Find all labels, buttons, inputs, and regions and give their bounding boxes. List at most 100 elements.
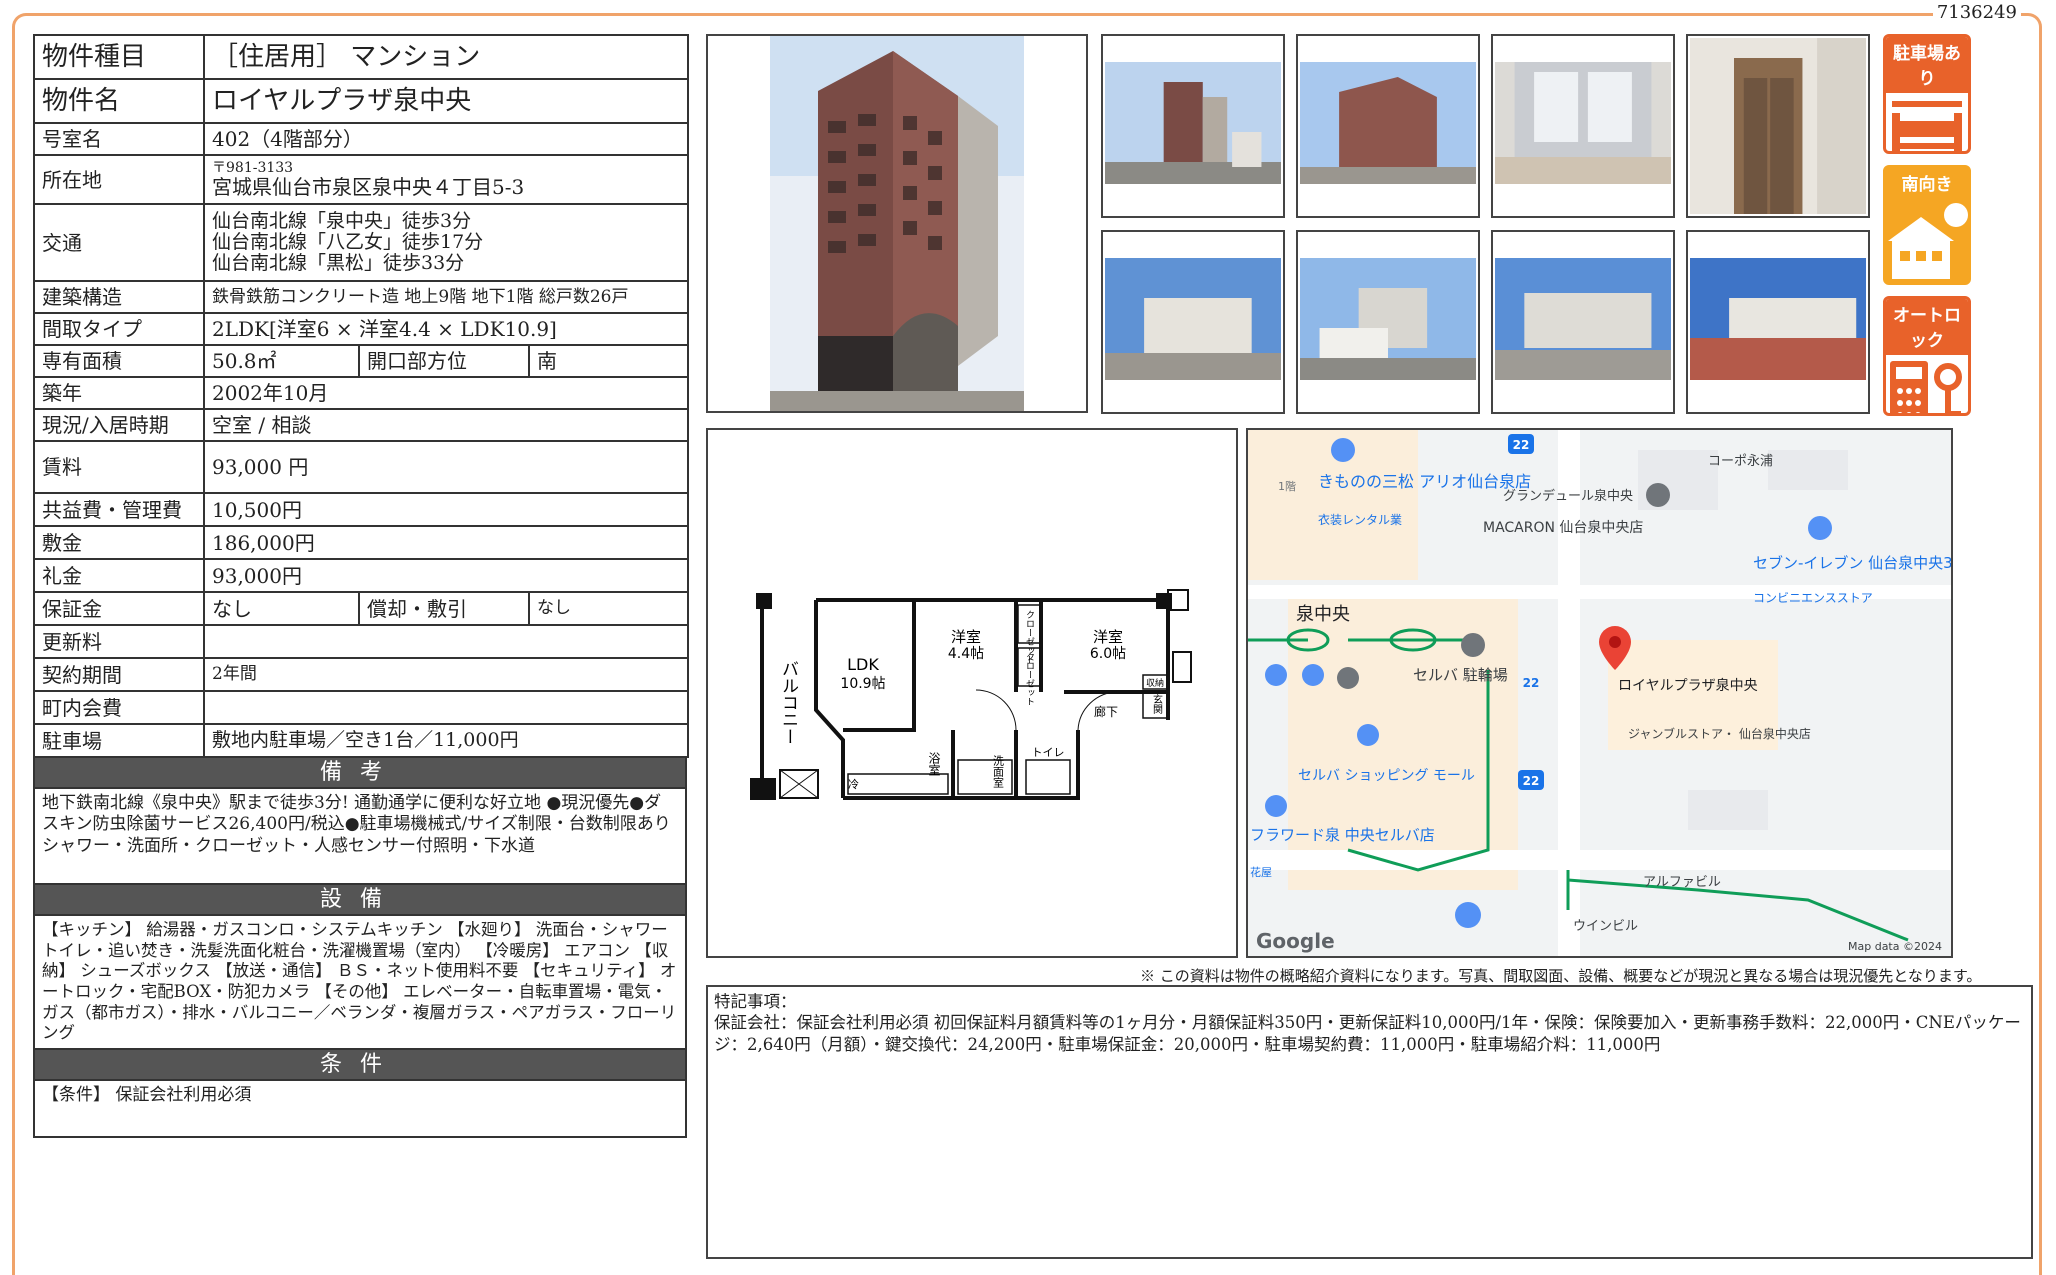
map-credit: Map data ©2024 [1848, 940, 1942, 953]
toilet-label: トイレ [1032, 746, 1065, 759]
storage-label: 収納 [1146, 677, 1164, 689]
room-western-small-size: 4.4帖 [948, 646, 984, 662]
name-value: ロイヤルプラザ泉中央 [202, 78, 690, 124]
contract-value: 2年間 [202, 657, 690, 692]
amortization-label: 償却・敷引 [358, 591, 530, 626]
equipment-heading: 設備 [33, 885, 687, 916]
map-drawing: 22 22 22 ロイヤルプラザ泉中央 きものの三松 アリオ仙台泉店 衣装レンタ… [1248, 430, 1951, 956]
community-fee-value [202, 690, 690, 725]
access-line: 仙台南北線「泉中央」徒歩3分 [212, 210, 472, 233]
road-number-label: 22 [1513, 438, 1530, 452]
surroundings-photo-icon [1690, 258, 1866, 380]
map-floor-label: 1階 [1278, 479, 1296, 493]
location-map: 22 22 22 ロイヤルプラザ泉中央 きものの三松 アリオ仙台泉店 衣装レンタ… [1246, 428, 1953, 958]
badge-south-label: 南向き [1886, 168, 1968, 199]
map-kimono-label: きものの三松 アリオ仙台泉店 [1318, 472, 1531, 491]
renewal-label: 更新料 [33, 624, 205, 659]
road-number-label: 22 [1523, 676, 1540, 690]
disclaimer-text: ※ この資料は物件の概略紹介資料になります。写真、間取図面、設備、概要などが現況… [1140, 967, 1982, 985]
remarks-body: 地下鉄南北線《泉中央》駅まで徒歩3分! 通勤通学に便利な好立地 ●現況優先●ダス… [33, 789, 687, 885]
built-value: 2002年10月 [202, 376, 690, 410]
sun-house-icon [1888, 203, 1968, 279]
entrance-label: 玄関 [1151, 693, 1163, 715]
address-label: 所在地 [33, 154, 205, 205]
photo-surroundings-1 [1101, 230, 1285, 414]
map-macaron-label: MACARON 仙台泉中央店 [1483, 519, 1643, 536]
spec-table: 物件種目 ［住居用］ マンション 物件名 ロイヤルプラザ泉中央 号室名 402（4階部… [33, 34, 690, 758]
badge-parking-label: 駐車場あり [1886, 37, 1968, 93]
map-target-label: ロイヤルプラザ泉中央 [1618, 677, 1758, 694]
property-spec: 物件種目 ［住居用］ マンション 物件名 ロイヤルプラザ泉中央 号室名 402（4階部… [33, 34, 690, 1138]
status-label: 現況/入居時期 [33, 408, 205, 442]
closet-label-2: クローゼット [1024, 652, 1035, 706]
photo-elevator [1686, 34, 1870, 218]
fridge-label: 冷 [848, 778, 859, 791]
built-label: 築年 [33, 376, 205, 410]
exterior-photo-icon [1300, 62, 1476, 184]
address-cell: 〒981-3133 宮城県仙台市泉区泉中央４丁目5-3 [202, 154, 690, 205]
map-win-label: ウインビル [1573, 919, 1638, 934]
floor-plan-drawing: バルコニー LDK 10.9帖 洋室 4.4帖 洋室 6.0帖 クローゼット ク… [750, 589, 1192, 800]
map-seruba-label: セルバ ショッピング モール [1298, 768, 1475, 784]
equipment-body: 【キッチン】 給湯器・ガスコンロ・システムキッチン 【水廻り】 洗面台・シャワー… [33, 916, 687, 1050]
layout-value: 2LDK[洋室6 × 洋室4.4 × LDK10.9] [202, 312, 690, 346]
special-notes-title: 特記事項： [714, 992, 797, 1011]
direction-label: 開口部方位 [358, 344, 530, 378]
surroundings-photo-icon [1105, 258, 1281, 380]
guarantee-value: なし [203, 591, 360, 626]
badge-parking: 駐車場あり [1883, 34, 1971, 154]
photo-exterior-2 [1296, 34, 1480, 218]
area-label: 専有面積 [33, 344, 205, 378]
map-bike-parking-label: セルバ 駐輪場 [1413, 666, 1508, 684]
pin-kimono-icon [1331, 438, 1355, 462]
google-logo: Google [1256, 929, 1335, 953]
conditions-body: 【条件】 保証会社利用必須 [33, 1081, 687, 1138]
ldk-name: LDK [847, 655, 879, 674]
map-jumble-label: ジャンブルストア・ 仙台泉中央店 [1628, 726, 1811, 741]
deposit-value: 186,000円 [202, 525, 690, 560]
hall-label: 廊下 [1094, 704, 1118, 719]
document-number: 7136249 [1932, 2, 2021, 23]
type-label: 物件種目 [33, 34, 205, 80]
photo-surroundings-4 [1686, 230, 1870, 414]
building-illustration [770, 36, 1024, 411]
type-value: ［住居用］ マンション [202, 34, 690, 80]
ldk-size: 10.9帖 [840, 676, 885, 692]
map-corpo-label: コーポ永浦 [1708, 454, 1773, 469]
parking-icon [1892, 101, 1962, 151]
photo-surroundings-3 [1491, 230, 1675, 414]
parking-label: 駐車場 [33, 723, 205, 758]
surroundings-photo-icon [1300, 258, 1476, 380]
access-label: 交通 [33, 203, 205, 282]
key-money-value: 93,000円 [202, 558, 690, 593]
surroundings-photo-icon [1495, 258, 1671, 380]
map-seven-category: コンビニエンスストア [1753, 591, 1873, 605]
guarantee-label: 保証金 [33, 591, 205, 626]
direction-value: 南 [527, 344, 690, 378]
key-money-label: 礼金 [33, 558, 205, 593]
washroom-label: 洗面室 [992, 755, 1005, 788]
status-value: 空室 / 相談 [202, 408, 690, 442]
deposit-label: 敷金 [33, 525, 205, 560]
map-flower-category: 花屋 [1250, 866, 1272, 879]
room-value: 402（4階部分） [202, 122, 690, 156]
map-seven-label: セブン-イレブン 仙台泉中央3丁目店 [1753, 554, 1951, 572]
bath-label: 浴室 [927, 752, 941, 776]
building-photo [706, 34, 1088, 413]
map-kimono-category: 衣装レンタル業 [1318, 512, 1402, 527]
community-fee-label: 町内会費 [33, 690, 205, 725]
postal-code: 〒981-3133 [212, 159, 294, 176]
renewal-value [202, 624, 690, 659]
contract-label: 契約期間 [33, 657, 205, 692]
structure-value: 鉄骨鉄筋コンクリート造 地上9階 地下1階 総戸数26戸 [202, 280, 690, 314]
name-label: 物件名 [33, 78, 205, 124]
balcony-label: バルコニー [778, 660, 798, 745]
badge-south-facing: 南向き [1883, 165, 1971, 285]
special-notes-body: 保証会社：保証会社利用必須 初回保証料月額賃料等の1ヶ月分・月額保証料350円・… [714, 1013, 2021, 1054]
rent-label: 賃料 [33, 440, 205, 494]
structure-label: 建築構造 [33, 280, 205, 314]
keypad-key-icon [1890, 361, 1962, 413]
photo-interior-room [1491, 34, 1675, 218]
area-value: 50.8㎡ [203, 344, 360, 378]
access-line: 仙台南北線「黒松」徒歩33分 [212, 251, 465, 274]
